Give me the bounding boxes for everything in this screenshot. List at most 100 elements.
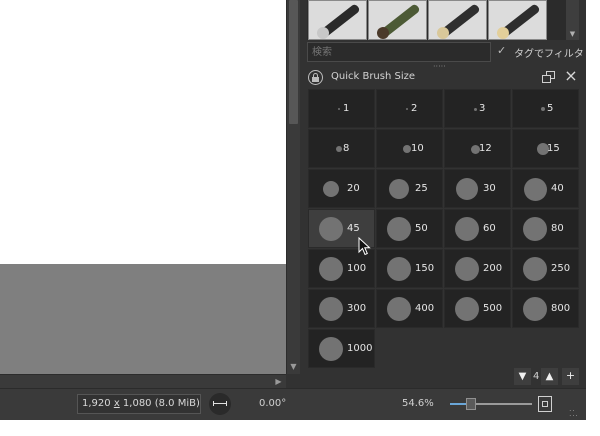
- brush-size-label: 5: [547, 103, 554, 114]
- brush-size-preview-icon: [403, 145, 411, 153]
- brush-size-preview-icon: [319, 337, 343, 361]
- brush-size-cell[interactable]: 2: [376, 89, 443, 128]
- brush-size-label: 1: [343, 103, 350, 114]
- tag-filter-checkbox[interactable]: ✓: [497, 44, 506, 57]
- mirror-canvas-icon[interactable]: [209, 393, 231, 415]
- brush-size-cell[interactable]: 200: [444, 249, 511, 288]
- brush-size-label: 250: [551, 263, 571, 274]
- brush-size-cell[interactable]: 80: [512, 209, 579, 248]
- brush-size-cell[interactable]: 250: [512, 249, 579, 288]
- rotation-readout[interactable]: 0.00°: [259, 398, 286, 409]
- brush-size-preview-icon: [387, 217, 411, 241]
- brush-tip-icon: [437, 27, 449, 39]
- brush-size-preview-icon: [319, 297, 343, 321]
- canvas-background[interactable]: [0, 264, 286, 374]
- brush-size-label: 8: [343, 143, 350, 154]
- brush-size-label: 3: [479, 103, 486, 114]
- panel-title: Quick Brush Size: [331, 71, 416, 82]
- brush-size-label: 25: [415, 183, 428, 194]
- mouse-cursor-icon: [358, 237, 371, 256]
- grid-shrink-button[interactable]: ▼: [514, 368, 531, 385]
- brush-size-preview-icon: [406, 108, 408, 110]
- preset-scrollbar[interactable]: ▼: [566, 0, 579, 40]
- brush-size-cell[interactable]: 1: [308, 89, 375, 128]
- brush-size-preview-icon: [456, 178, 478, 200]
- brush-preset-thumbnail[interactable]: [428, 0, 487, 40]
- brush-size-label: 15: [547, 143, 560, 154]
- brush-preset-thumbnail[interactable]: [308, 0, 367, 40]
- brush-size-cell[interactable]: 12: [444, 129, 511, 168]
- tag-filter-label[interactable]: タグでフィルタ: [514, 45, 584, 60]
- brush-size-cell[interactable]: 50: [376, 209, 443, 248]
- brush-preset-thumbnail[interactable]: [488, 0, 547, 40]
- brush-size-label: 300: [347, 303, 367, 314]
- brush-size-label: 150: [415, 263, 435, 274]
- zoom-slider-thumb[interactable]: [466, 398, 476, 410]
- brush-size-cell[interactable]: 8: [308, 129, 375, 168]
- brush-size-cell[interactable]: 500: [444, 289, 511, 328]
- brush-size-preview-icon: [338, 108, 340, 110]
- brush-size-cell[interactable]: 3: [444, 89, 511, 128]
- brush-size-cell[interactable]: 800: [512, 289, 579, 328]
- grid-count: 4: [533, 371, 540, 382]
- brush-tip-icon: [497, 27, 509, 39]
- scroll-down-arrow-icon[interactable]: ▼: [287, 361, 300, 372]
- vertical-scrollbar[interactable]: ▼: [286, 0, 300, 374]
- brush-size-label: 20: [347, 183, 360, 194]
- brush-size-preview-icon: [387, 297, 411, 321]
- brush-size-preview-icon: [523, 177, 547, 201]
- image-size-button[interactable]: 1,920 x 1,080 (8.0 MiB): [77, 394, 201, 414]
- resize-grip-icon[interactable]: . .. . .: [569, 405, 578, 418]
- brush-size-cell[interactable]: 1000: [308, 329, 375, 368]
- zoom-level[interactable]: 54.6%: [402, 398, 434, 409]
- brush-size-label: 200: [483, 263, 503, 274]
- grid-grow-button[interactable]: ▲: [541, 368, 558, 385]
- brush-size-cell[interactable]: 40: [512, 169, 579, 208]
- brush-size-preview-icon: [319, 257, 343, 281]
- brush-size-label: 400: [415, 303, 435, 314]
- brush-size-cell[interactable]: 10: [376, 129, 443, 168]
- brush-size-label: 100: [347, 263, 367, 274]
- brush-size-cell[interactable]: 25: [376, 169, 443, 208]
- brush-size-preview-icon: [389, 179, 409, 199]
- brush-size-preview-icon: [455, 257, 479, 281]
- brush-size-preview-icon: [387, 257, 411, 281]
- brush-size-cell[interactable]: 5: [512, 89, 579, 128]
- brush-size-preview-icon: [336, 146, 342, 152]
- image-height-memory: 1,080 (8.0 MiB): [119, 398, 200, 409]
- brush-size-cell[interactable]: 20: [308, 169, 375, 208]
- brush-size-cell[interactable]: 150: [376, 249, 443, 288]
- horizontal-scrollbar[interactable]: ▶: [0, 374, 286, 388]
- brush-size-cell[interactable]: 30: [444, 169, 511, 208]
- fit-to-view-icon[interactable]: [538, 396, 552, 412]
- brush-size-cell[interactable]: 300: [308, 289, 375, 328]
- brush-size-preview-icon: [323, 181, 339, 197]
- brush-size-cell[interactable]: 60: [444, 209, 511, 248]
- brush-preset-thumbnail[interactable]: [368, 0, 427, 40]
- brush-size-label: 2: [411, 103, 418, 114]
- vertical-scrollbar-thumb[interactable]: [289, 0, 298, 124]
- brush-size-cell[interactable]: 400: [376, 289, 443, 328]
- brush-size-preview-icon: [473, 107, 477, 111]
- image-width: 1,920: [82, 398, 114, 409]
- brush-size-preview-icon: [523, 297, 547, 321]
- brush-size-label: 80: [551, 223, 564, 234]
- scroll-right-arrow-icon[interactable]: ▶: [273, 376, 284, 387]
- lock-icon[interactable]: [308, 70, 323, 85]
- brush-size-label: 500: [483, 303, 503, 314]
- brush-size-label: 800: [551, 303, 571, 314]
- canvas-white-area[interactable]: [0, 0, 286, 264]
- add-size-button[interactable]: +: [562, 368, 579, 385]
- brush-size-label: 60: [483, 223, 496, 234]
- brush-size-cell[interactable]: 15: [512, 129, 579, 168]
- brush-size-label: 1000: [347, 343, 373, 354]
- brush-size-preview-icon: [523, 257, 547, 281]
- brush-size-label: 50: [415, 223, 428, 234]
- float-panel-icon[interactable]: [542, 71, 556, 83]
- close-icon[interactable]: ×: [563, 68, 579, 84]
- window-edge: [586, 0, 600, 436]
- brush-size-preview-icon: [319, 217, 343, 241]
- preset-search-input[interactable]: [307, 42, 491, 62]
- brush-size-preview-icon: [541, 107, 545, 111]
- preset-scroll-down-icon[interactable]: ▼: [566, 29, 579, 39]
